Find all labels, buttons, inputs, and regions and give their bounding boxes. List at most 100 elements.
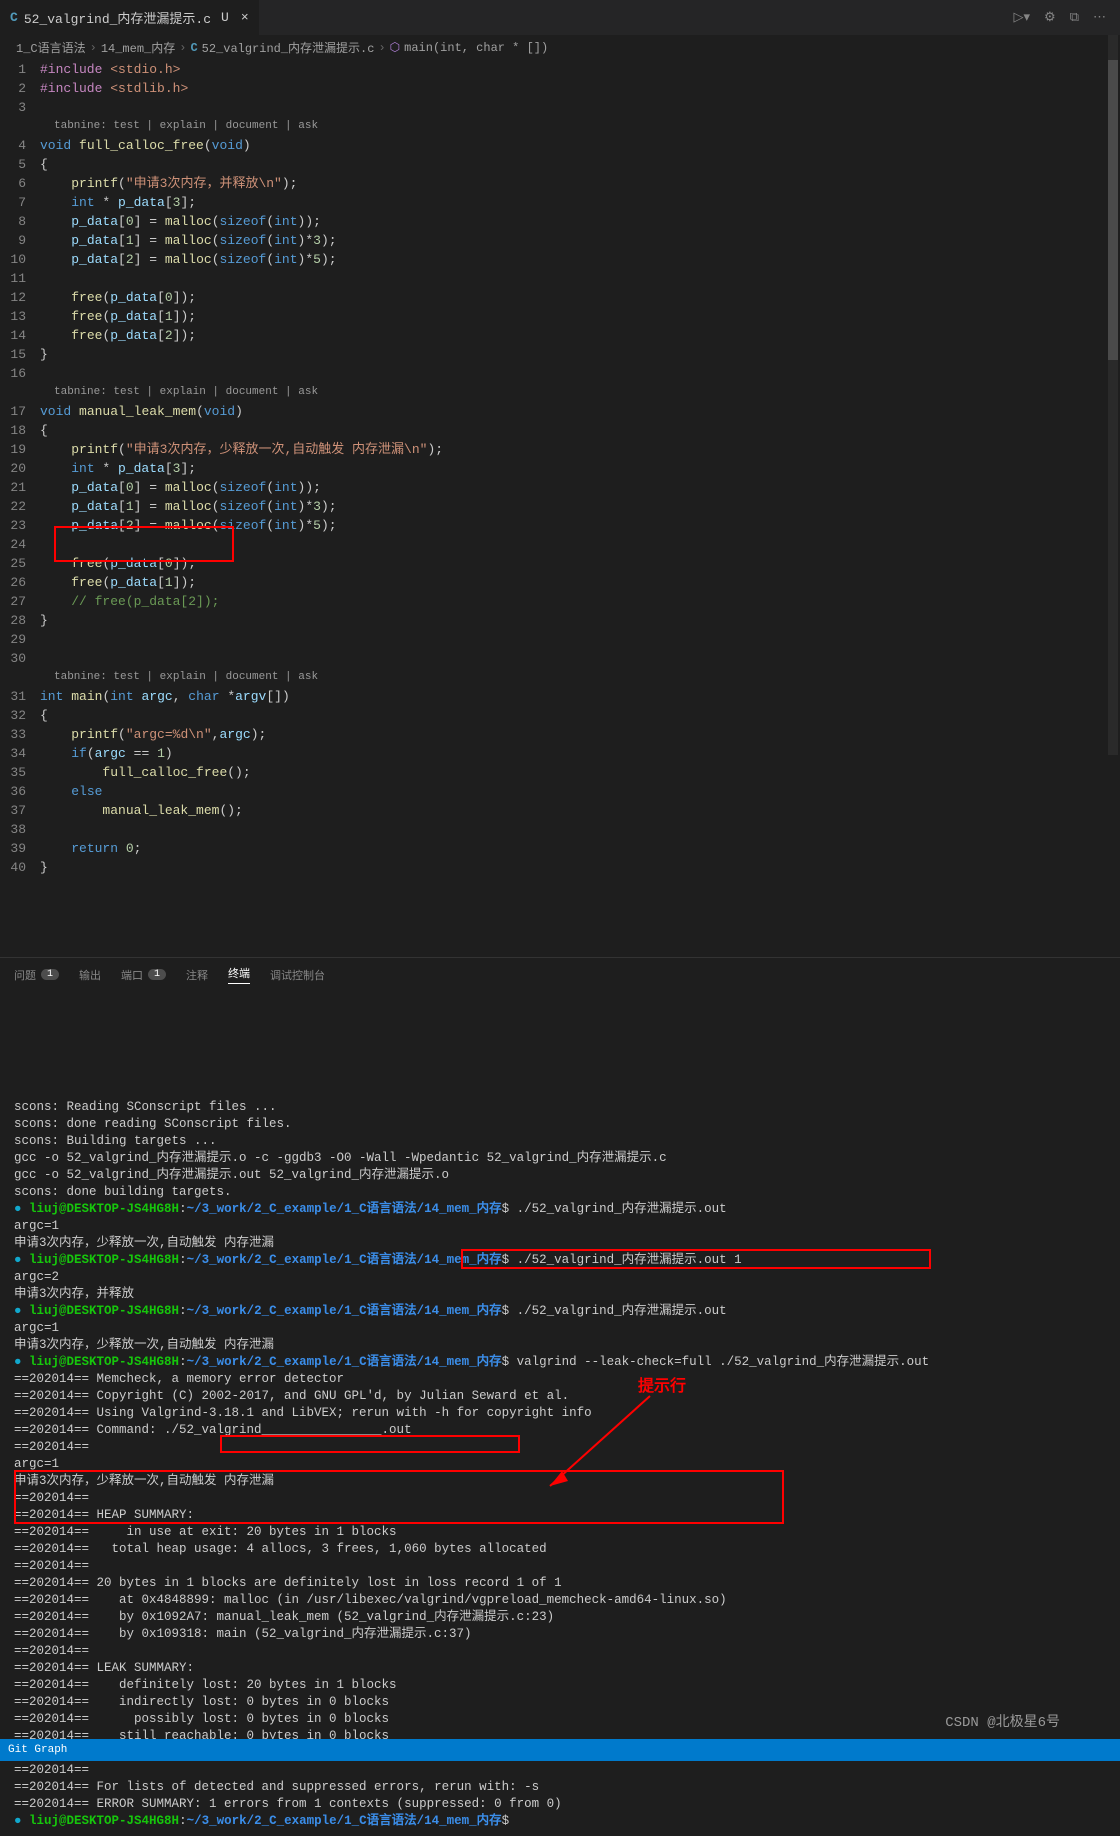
code-content[interactable]: p_data[0] = malloc(sizeof(int)); xyxy=(40,212,1120,231)
statusbar-gitgraph[interactable]: Git Graph xyxy=(8,1744,67,1756)
code-content[interactable]: p_data[1] = malloc(sizeof(int)*3); xyxy=(40,231,1120,250)
tab-problems[interactable]: 问题 1 xyxy=(14,967,59,983)
code-line[interactable]: 38 xyxy=(0,820,1120,839)
code-line[interactable]: 22 p_data[1] = malloc(sizeof(int)*3); xyxy=(0,497,1120,516)
editor-tab[interactable]: C 52_valgrind_内存泄漏提示.c U × xyxy=(0,0,259,35)
codelens[interactable]: tabnine: test | explain | document | ask xyxy=(0,383,1120,402)
code-line[interactable]: 10 p_data[2] = malloc(sizeof(int)*5); xyxy=(0,250,1120,269)
breadcrumb-file[interactable]: 52_valgrind_内存泄漏提示.c xyxy=(202,39,375,56)
code-content[interactable]: } xyxy=(40,345,1120,364)
code-content[interactable] xyxy=(40,269,1120,288)
code-line[interactable]: 33 printf("argc=%d\n",argc); xyxy=(0,725,1120,744)
code-line[interactable]: 32{ xyxy=(0,706,1120,725)
code-line[interactable]: 14 free(p_data[2]); xyxy=(0,326,1120,345)
code-line[interactable]: 7 int * p_data[3]; xyxy=(0,193,1120,212)
code-content[interactable]: // free(p_data[2]); xyxy=(40,592,1120,611)
code-content[interactable]: { xyxy=(40,706,1120,725)
code-line[interactable]: 8 p_data[0] = malloc(sizeof(int)); xyxy=(0,212,1120,231)
watermark: CSDN @北极星6号 xyxy=(945,1711,1060,1731)
code-line[interactable]: 17void manual_leak_mem(void) xyxy=(0,402,1120,421)
code-content[interactable]: p_data[2] = malloc(sizeof(int)*5); xyxy=(40,250,1120,269)
tab-ports[interactable]: 端口 1 xyxy=(121,967,166,983)
code-line[interactable]: 30 xyxy=(0,649,1120,668)
close-icon[interactable]: × xyxy=(241,10,249,25)
code-content[interactable]: int * p_data[3]; xyxy=(40,193,1120,212)
code-content[interactable]: printf("申请3次内存，少释放一次,自动触发 内存泄漏\n"); xyxy=(40,440,1120,459)
code-line[interactable]: 16 xyxy=(0,364,1120,383)
code-line[interactable]: 2#include <stdlib.h> xyxy=(0,79,1120,98)
terminal-line: ==202014== possibly lost: 0 bytes in 0 b… xyxy=(14,1711,1106,1728)
code-line[interactable]: 37 manual_leak_mem(); xyxy=(0,801,1120,820)
code-line[interactable]: 20 int * p_data[3]; xyxy=(0,459,1120,478)
code-line[interactable]: 5{ xyxy=(0,155,1120,174)
code-content[interactable]: printf("argc=%d\n",argc); xyxy=(40,725,1120,744)
code-line[interactable]: 34 if(argc == 1) xyxy=(0,744,1120,763)
code-content[interactable]: full_calloc_free(); xyxy=(40,763,1120,782)
code-content[interactable]: else xyxy=(40,782,1120,801)
split-icon[interactable]: ⧉ xyxy=(1070,10,1079,25)
more-icon[interactable]: ⋯ xyxy=(1093,10,1106,25)
code-content[interactable]: } xyxy=(40,858,1120,877)
code-line[interactable]: 9 p_data[1] = malloc(sizeof(int)*3); xyxy=(0,231,1120,250)
codelens[interactable]: tabnine: test | explain | document | ask xyxy=(0,668,1120,687)
code-content[interactable]: void manual_leak_mem(void) xyxy=(40,402,1120,421)
code-content[interactable]: #include <stdlib.h> xyxy=(40,79,1120,98)
code-line[interactable]: 3 xyxy=(0,98,1120,117)
code-line[interactable]: 13 free(p_data[1]); xyxy=(0,307,1120,326)
code-line[interactable]: 12 free(p_data[0]); xyxy=(0,288,1120,307)
code-line[interactable]: 15} xyxy=(0,345,1120,364)
code-content[interactable]: { xyxy=(40,421,1120,440)
code-line[interactable]: 40} xyxy=(0,858,1120,877)
code-line[interactable]: 35 full_calloc_free(); xyxy=(0,763,1120,782)
code-content[interactable] xyxy=(40,820,1120,839)
code-line[interactable]: 18{ xyxy=(0,421,1120,440)
code-content[interactable]: if(argc == 1) xyxy=(40,744,1120,763)
breadcrumb-symbol[interactable]: main(int, char * []) xyxy=(404,41,548,55)
code-content[interactable]: { xyxy=(40,155,1120,174)
code-content[interactable] xyxy=(40,98,1120,117)
codelens[interactable]: tabnine: test | explain | document | ask xyxy=(0,117,1120,136)
breadcrumb-folder[interactable]: 1_C语言语法 xyxy=(16,39,86,56)
code-content[interactable]: free(p_data[0]); xyxy=(40,288,1120,307)
code-content[interactable]: } xyxy=(40,611,1120,630)
code-line[interactable]: 26 free(p_data[1]); xyxy=(0,573,1120,592)
terminal-output[interactable]: 提示行 scons: Reading SConscript files ...s… xyxy=(0,991,1120,1836)
code-content[interactable]: free(p_data[2]); xyxy=(40,326,1120,345)
code-line[interactable]: 31int main(int argc, char *argv[]) xyxy=(0,687,1120,706)
code-line[interactable]: 29 xyxy=(0,630,1120,649)
run-icon[interactable]: ▷▾ xyxy=(1014,10,1031,25)
gear-icon[interactable]: ⚙ xyxy=(1044,10,1056,25)
code-content[interactable]: manual_leak_mem(); xyxy=(40,801,1120,820)
code-content[interactable] xyxy=(40,630,1120,649)
tab-terminal[interactable]: 终端 xyxy=(228,965,250,984)
code-line[interactable]: 28} xyxy=(0,611,1120,630)
code-line[interactable]: 19 printf("申请3次内存，少释放一次,自动触发 内存泄漏\n"); xyxy=(0,440,1120,459)
code-content[interactable]: #include <stdio.h> xyxy=(40,60,1120,79)
scrollbar-thumb[interactable] xyxy=(1108,60,1118,360)
code-line[interactable]: 1#include <stdio.h> xyxy=(0,60,1120,79)
code-line[interactable]: 4void full_calloc_free(void) xyxy=(0,136,1120,155)
code-line[interactable]: 39 return 0; xyxy=(0,839,1120,858)
tab-comments[interactable]: 注释 xyxy=(186,967,208,983)
code-editor[interactable]: 1#include <stdio.h>2#include <stdlib.h>3… xyxy=(0,60,1120,877)
code-content[interactable]: printf("申请3次内存，并释放\n"); xyxy=(40,174,1120,193)
code-content[interactable] xyxy=(40,364,1120,383)
tab-debug-console[interactable]: 调试控制台 xyxy=(270,967,325,983)
code-content[interactable]: int * p_data[3]; xyxy=(40,459,1120,478)
tab-output[interactable]: 输出 xyxy=(79,967,101,983)
code-content[interactable]: int main(int argc, char *argv[]) xyxy=(40,687,1120,706)
code-line[interactable]: 27 // free(p_data[2]); xyxy=(0,592,1120,611)
code-content[interactable]: return 0; xyxy=(40,839,1120,858)
code-content[interactable]: free(p_data[1]); xyxy=(40,307,1120,326)
breadcrumb[interactable]: 1_C语言语法 › 14_mem_内存 › C 52_valgrind_内存泄漏… xyxy=(0,35,1120,60)
breadcrumb-folder[interactable]: 14_mem_内存 xyxy=(101,39,175,56)
code-content[interactable] xyxy=(40,649,1120,668)
code-line[interactable]: 21 p_data[0] = malloc(sizeof(int)); xyxy=(0,478,1120,497)
code-line[interactable]: 36 else xyxy=(0,782,1120,801)
code-line[interactable]: 6 printf("申请3次内存，并释放\n"); xyxy=(0,174,1120,193)
code-content[interactable]: void full_calloc_free(void) xyxy=(40,136,1120,155)
code-content[interactable]: p_data[0] = malloc(sizeof(int)); xyxy=(40,478,1120,497)
code-content[interactable]: free(p_data[1]); xyxy=(40,573,1120,592)
code-content[interactable]: p_data[1] = malloc(sizeof(int)*3); xyxy=(40,497,1120,516)
code-line[interactable]: 11 xyxy=(0,269,1120,288)
